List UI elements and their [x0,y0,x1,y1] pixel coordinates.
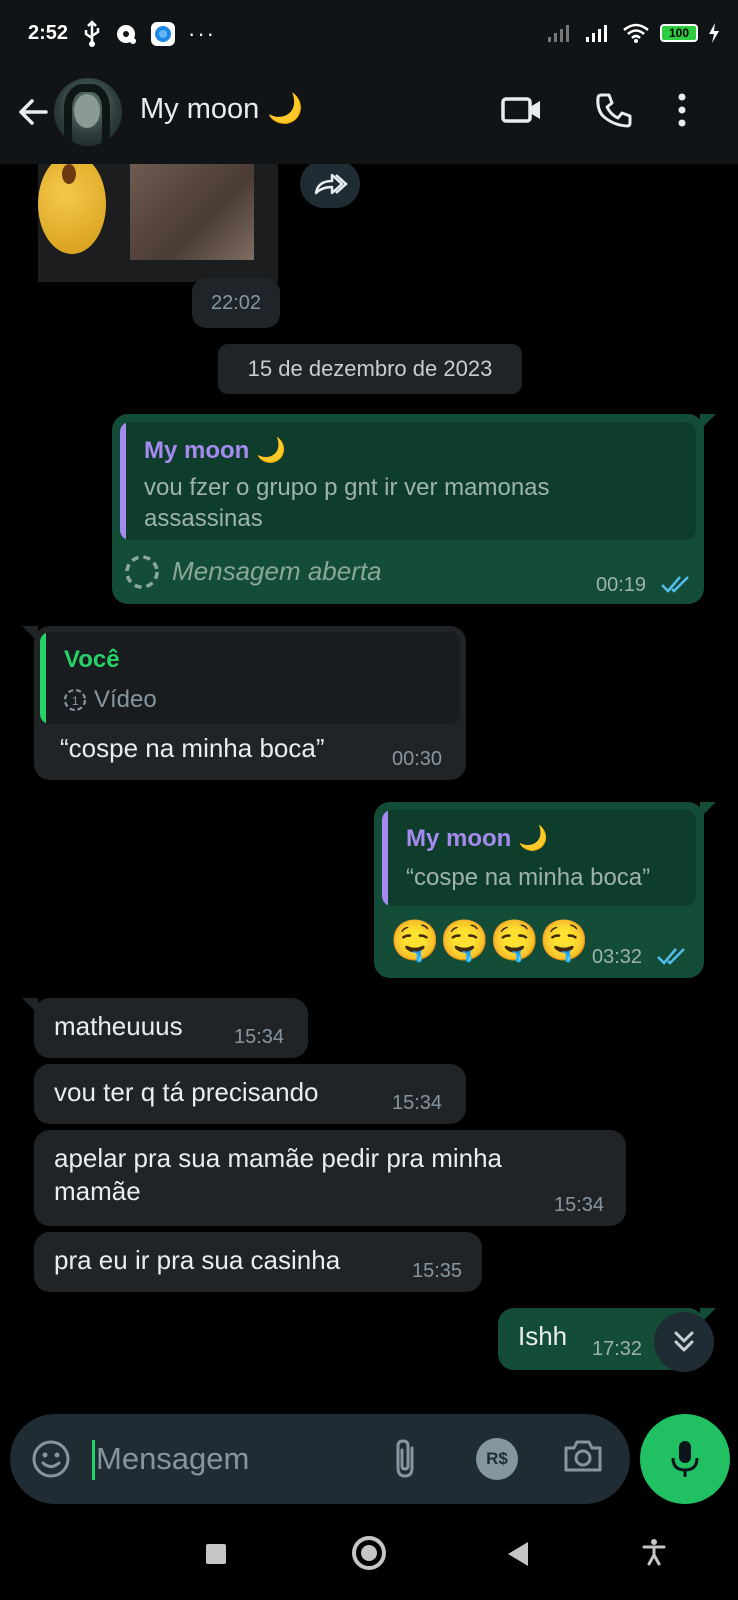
message-composer: R$ [10,1414,630,1504]
message-text: pra eu ir pra sua casinha [54,1245,341,1275]
svg-text:1: 1 [72,694,79,708]
signal-icon-2 [586,25,607,42]
chat-area[interactable]: 22:02 15 de dezembro de 2023 My moon 🌙 v… [0,164,738,1404]
quoted-message[interactable]: Você 1 Vídeo [40,632,460,724]
status-bar: 2:52 ··· 100 [0,0,738,72]
camera-icon[interactable] [562,1436,604,1476]
browser-app-icon [151,22,175,46]
chat-header: My moon 🌙 [0,72,738,164]
view-once-video-icon: 1 [63,688,87,712]
message-bubble-outgoing[interactable]: My moon 🌙 vou fzer o grupo p gnt ir ver … [112,414,716,604]
contact-name[interactable]: My moon 🌙 [140,92,303,126]
disc-icon [117,25,136,44]
read-ticks-icon [657,948,685,965]
message-bubble-incoming[interactable]: pra eu ir pra sua casinha 15:35 [34,1232,482,1292]
wifi-icon [623,23,649,43]
more-vert-icon[interactable] [676,92,688,128]
phone-icon[interactable] [594,90,634,130]
voice-record-button[interactable] [640,1414,730,1504]
message-bubble-incoming[interactable]: matheuuus 15:34 [22,998,308,1058]
message-time: 15:35 [412,1260,463,1282]
message-time: 15:34 [554,1194,605,1216]
message-bubble-incoming[interactable]: Você 1 Vídeo “cospe na minha boca” 00:30 [22,626,466,780]
message-time: 00:30 [392,748,443,770]
signal-icon [548,25,569,42]
message-time: 00:19 [596,574,647,596]
text-cursor [92,1440,95,1480]
quote-author: My moon 🌙 [144,437,286,464]
recents-button[interactable] [206,1544,226,1564]
message-time: 15:34 [392,1092,443,1114]
emoji-icon[interactable] [30,1438,72,1480]
avatar[interactable] [54,78,122,146]
message-text: matheuuus [54,1011,183,1041]
quoted-message[interactable]: My moon 🌙 “cospe na minha boca” [382,810,696,906]
view-once-icon [125,555,159,589]
message-bubble-outgoing[interactable]: My moon 🌙 “cospe na minha boca” 🤤🤤🤤🤤 03:… [374,802,716,978]
payment-button[interactable]: R$ [476,1438,518,1480]
status-time: 2:52 [28,22,69,44]
battery-icon: 100 [660,24,698,42]
message-bubble-incoming[interactable]: vou ter q tá precisando 15:34 [34,1064,466,1124]
attachment-icon[interactable] [390,1436,420,1482]
message-text: vou ter q tá precisando [54,1077,319,1107]
message-input[interactable] [96,1432,366,1486]
message-time: 17:32 [592,1338,643,1360]
quote-text: “cospe na minha boca” [406,864,651,891]
read-ticks-icon [661,576,689,593]
double-chevron-down-icon [674,1331,694,1352]
message-time: 15:34 [234,1026,285,1048]
back-button[interactable] [508,1542,528,1566]
message-text: Mensagem aberta [172,556,382,586]
quoted-message[interactable]: My moon 🌙 vou fzer o grupo p gnt ir ver … [120,422,696,540]
more-notifications-icon: ··· [188,21,216,46]
back-arrow-icon[interactable] [14,92,54,132]
charging-icon [709,23,719,43]
message-bubble-incoming[interactable]: apelar pra sua mamãe pedir pra minha mam… [34,1130,626,1226]
message-text: apelar pra sua mamãe pedir pra minha mam… [54,1143,503,1206]
message-text: 🤤🤤🤤🤤 [390,919,590,963]
forward-icon [314,173,348,195]
quote-text: vou fzer o grupo p gnt ir ver mamonas as… [144,474,550,532]
media-time: 22:02 [192,278,280,328]
forward-button[interactable] [300,164,360,208]
media-thumbnail[interactable] [38,164,278,282]
system-nav-bar [0,1512,738,1600]
quote-text: Vídeo [94,686,157,713]
accessibility-icon[interactable] [642,1538,666,1566]
video-call-icon[interactable] [500,90,544,130]
quote-author: Você [64,646,120,673]
microphone-icon [671,1441,699,1477]
message-text: Ishh [518,1321,568,1351]
message-text: “cospe na minha boca” [60,733,325,763]
home-button[interactable] [352,1536,386,1570]
date-separator: 15 de dezembro de 2023 [218,344,522,394]
scroll-to-bottom-button[interactable] [654,1312,714,1372]
quote-author: My moon 🌙 [406,825,548,852]
message-time: 03:32 [592,946,643,968]
usb-icon [84,20,100,47]
